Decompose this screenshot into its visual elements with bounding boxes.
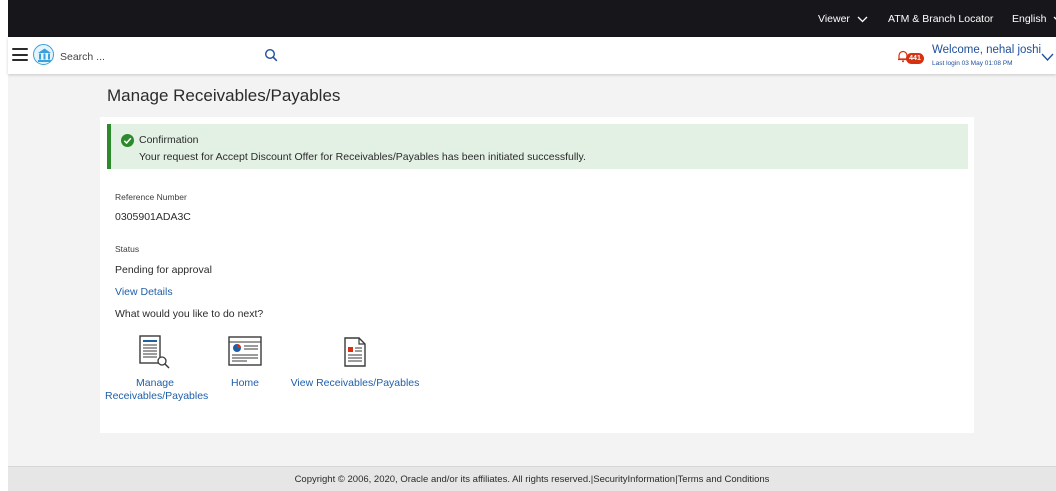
hamburger-icon[interactable] <box>12 48 28 61</box>
home-action-label: Home <box>230 377 259 389</box>
search-input[interactable] <box>60 49 260 65</box>
page-title: Manage Receivables/Payables <box>107 86 341 105</box>
manage-action-label-line2: Receivables/Payables <box>105 390 209 402</box>
manage-receivables-payables-action[interactable]: Manage Receivables/Payables <box>105 335 209 403</box>
manage-action-label-line1: Manage <box>136 377 174 389</box>
notification-badge[interactable]: 441 <box>906 53 924 64</box>
search-icon[interactable] <box>264 48 278 62</box>
footer: Copyright © 2006, 2020, Oracle and/or it… <box>8 466 1056 491</box>
confirmation-title: Confirmation <box>139 134 199 146</box>
reference-number-value: 0305901ADA3C <box>115 211 191 223</box>
language-menu[interactable]: English <box>1012 13 1056 25</box>
locator-label: ATM & Branch Locator <box>888 13 994 25</box>
chevron-down-icon[interactable] <box>1041 53 1054 61</box>
viewer-menu[interactable]: Viewer <box>818 13 868 25</box>
viewer-label: Viewer <box>818 13 850 25</box>
content-card: Confirmation Your request for Accept Dis… <box>100 117 974 433</box>
bank-logo-icon[interactable] <box>33 44 54 65</box>
view-action-label: View Receivables/Payables <box>290 377 420 389</box>
dashboard-icon <box>228 336 262 366</box>
check-circle-icon <box>121 134 134 147</box>
reference-number-label: Reference Number <box>115 192 187 202</box>
chevron-down-icon <box>857 16 868 22</box>
header-bar: 441 Welcome, nehal joshi Last login 03 M… <box>8 37 1056 74</box>
language-label: English <box>1012 13 1047 25</box>
document-search-icon <box>139 335 170 369</box>
document-icon <box>344 337 366 367</box>
home-action[interactable]: Home <box>220 335 270 390</box>
view-details-link[interactable]: View Details <box>115 286 173 298</box>
confirmation-banner: Confirmation Your request for Accept Dis… <box>107 124 968 169</box>
confirmation-message: Your request for Accept Discount Offer f… <box>139 151 586 163</box>
welcome-text[interactable]: Welcome, nehal joshi <box>932 44 1041 56</box>
next-steps-prompt: What would you like to do next? <box>115 308 264 320</box>
top-bar: Viewer ATM & Branch Locator English <box>8 0 1056 37</box>
left-edge-strip <box>0 0 8 491</box>
status-value: Pending for approval <box>115 264 212 276</box>
status-label: Status <box>115 244 140 254</box>
last-login-text: Last login 03 May 01:08 PM <box>932 60 1013 67</box>
view-receivables-payables-action[interactable]: View Receivables/Payables <box>290 335 420 390</box>
atm-branch-locator-link[interactable]: ATM & Branch Locator <box>888 13 993 25</box>
